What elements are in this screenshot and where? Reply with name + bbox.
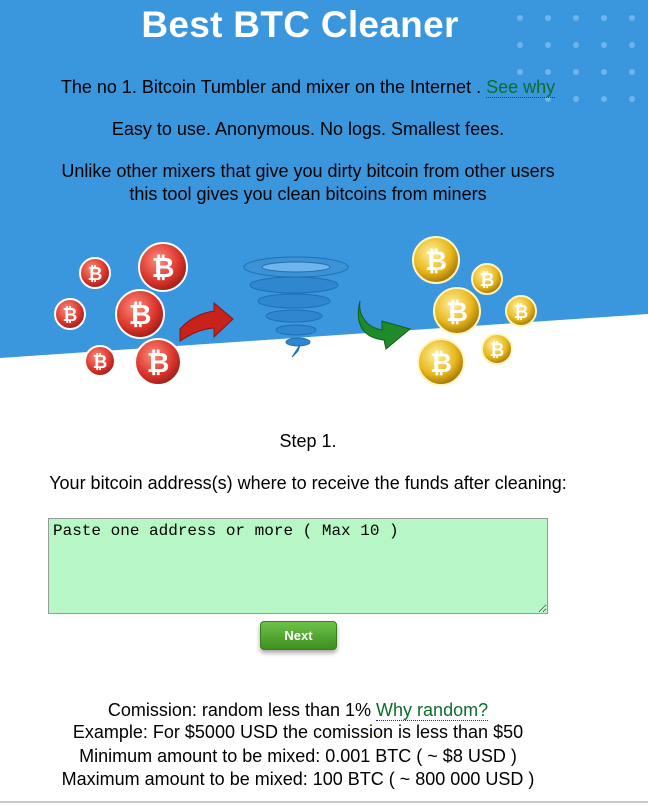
bitcoin-coin-icon: ₿ bbox=[138, 242, 188, 292]
bitcoin-coin-icon: ₿ bbox=[115, 289, 165, 339]
svg-text:₿: ₿ bbox=[147, 346, 170, 379]
red-bitcoin-coins: ₿ ₿ ₿ ₿ ₿ ₿ bbox=[54, 242, 188, 386]
svg-text:₿: ₿ bbox=[88, 264, 103, 285]
svg-text:₿: ₿ bbox=[514, 302, 529, 323]
maximum-amount-text: Maximum amount to be mixed: 100 BTC ( ~ … bbox=[61, 769, 535, 789]
bitcoin-coin-icon: ₿ bbox=[412, 236, 460, 284]
tornado-icon bbox=[243, 256, 349, 358]
bitcoin-coin-icon: ₿ bbox=[471, 263, 503, 295]
bitcoin-coin-icon: ₿ bbox=[433, 287, 481, 335]
bitcoin-coin-icon: ₿ bbox=[54, 298, 86, 330]
description: Unlike other mixers that give you dirty … bbox=[0, 160, 616, 206]
step-label: Step 1. bbox=[279, 431, 337, 451]
green-arrow-icon bbox=[357, 300, 412, 350]
bitcoin-coin-icon: ₿ bbox=[505, 295, 537, 327]
next-button[interactable]: Next bbox=[260, 621, 337, 650]
tagline: The no 1. Bitcoin Tumbler and mixer on t… bbox=[0, 76, 616, 99]
mixing-illustration: ₿ ₿ ₿ ₿ ₿ ₿ ₿ ₿ ₿ ₿ ₿ ₿ bbox=[54, 236, 537, 386]
svg-text:₿: ₿ bbox=[63, 305, 78, 326]
commission-line: Comission: random less than 1% Why rando… bbox=[0, 699, 596, 722]
bitcoin-coin-icon: ₿ bbox=[417, 338, 465, 386]
commission-text: Comission: random less than 1% bbox=[107, 700, 372, 720]
description-line-1: Unlike other mixers that give you dirty … bbox=[61, 161, 555, 181]
why-random-link[interactable]: Why random? bbox=[376, 700, 489, 721]
page-title: Best BTC Cleaner bbox=[141, 4, 459, 45]
bitcoin-coin-icon: ₿ bbox=[79, 257, 111, 289]
address-label: Your bitcoin address(s) where to receive… bbox=[49, 473, 567, 493]
features-text: Easy to use. Anonymous. No logs. Smalles… bbox=[111, 119, 505, 139]
svg-text:₿: ₿ bbox=[93, 352, 108, 373]
see-why-link[interactable]: See why bbox=[486, 77, 556, 98]
svg-text:₿: ₿ bbox=[490, 340, 505, 361]
tagline-text: The no 1. Bitcoin Tumbler and mixer on t… bbox=[60, 77, 482, 97]
divider bbox=[0, 801, 648, 803]
address-input[interactable] bbox=[48, 518, 548, 614]
description-line-2: this tool gives you clean bitcoins from … bbox=[129, 184, 487, 204]
bitcoin-coin-icon: ₿ bbox=[481, 333, 513, 365]
bitcoin-coin-icon: ₿ bbox=[84, 345, 116, 377]
red-arrow-icon bbox=[179, 301, 234, 342]
svg-text:₿: ₿ bbox=[152, 251, 175, 284]
example-text: Example: For $5000 USD the comission is … bbox=[72, 722, 524, 742]
gold-bitcoin-coins: ₿ ₿ ₿ ₿ ₿ ₿ bbox=[412, 236, 537, 386]
svg-text:₿: ₿ bbox=[430, 348, 452, 379]
svg-text:₿: ₿ bbox=[425, 246, 447, 277]
svg-text:₿: ₿ bbox=[129, 298, 152, 331]
svg-text:₿: ₿ bbox=[480, 270, 495, 291]
minimum-amount-text: Minimum amount to be mixed: 0.001 BTC ( … bbox=[79, 746, 517, 766]
bitcoin-coin-icon: ₿ bbox=[134, 338, 182, 386]
svg-text:₿: ₿ bbox=[446, 297, 468, 328]
